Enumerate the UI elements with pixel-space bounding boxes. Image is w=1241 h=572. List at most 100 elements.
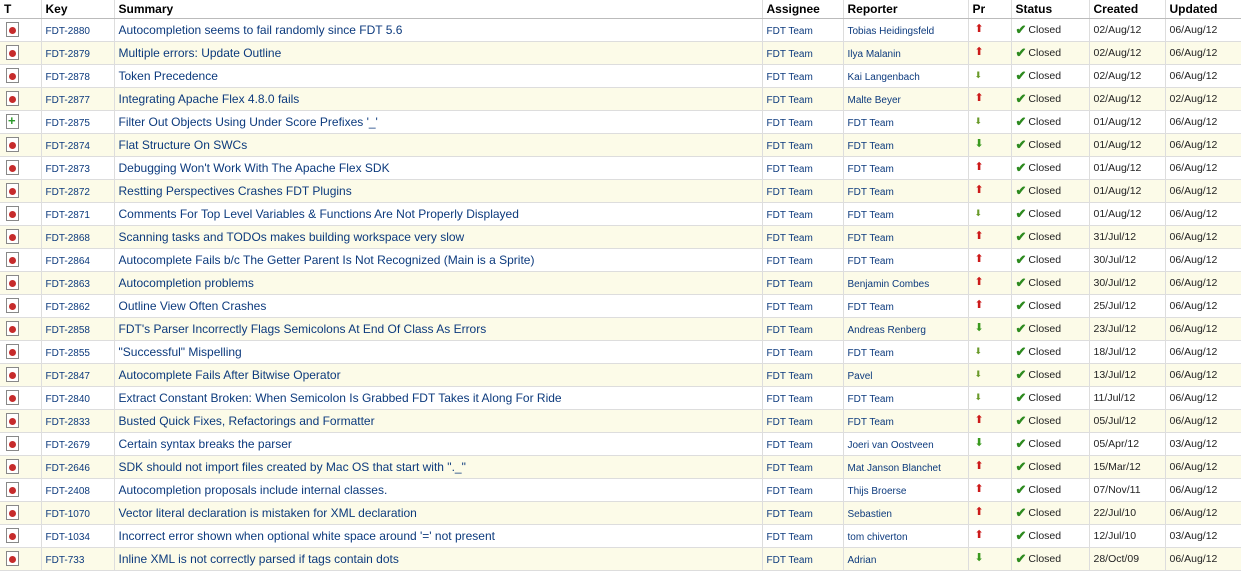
assignee-link[interactable]: FDT Team [767, 371, 813, 382]
reporter-link[interactable]: FDT Team [848, 394, 894, 405]
issue-summary-link[interactable]: Token Precedence [119, 69, 218, 83]
table-row[interactable]: FDT-2864 Autocomplete Fails b/c The Gette… [0, 248, 1241, 272]
reporter-link[interactable]: Benjamin Combes [848, 279, 930, 290]
issue-key-link[interactable]: FDT-2646 [46, 463, 90, 474]
issue-key-link[interactable]: FDT-2679 [46, 440, 90, 451]
issue-key-link[interactable]: FDT-2874 [46, 141, 90, 152]
assignee-link[interactable]: FDT Team [767, 210, 813, 221]
issue-key-link[interactable]: FDT-2880 [46, 26, 90, 37]
reporter-link[interactable]: FDT Team [848, 187, 894, 198]
issue-key-link[interactable]: FDT-2878 [46, 72, 90, 83]
issue-key-link[interactable]: FDT-2840 [46, 394, 90, 405]
table-row[interactable]: FDT-2877 Integrating Apache Flex 4.8.0 fa… [0, 87, 1241, 111]
issue-key-link[interactable]: FDT-2871 [46, 210, 90, 221]
assignee-link[interactable]: FDT Team [767, 440, 813, 451]
reporter-link[interactable]: Malte Beyer [848, 95, 901, 106]
reporter-link[interactable]: FDT Team [848, 256, 894, 267]
assignee-link[interactable]: FDT Team [767, 555, 813, 566]
assignee-link[interactable]: FDT Team [767, 348, 813, 359]
table-row[interactable]: FDT-1034 Incorrect error shown when optio… [0, 524, 1241, 548]
assignee-link[interactable]: FDT Team [767, 509, 813, 520]
issue-key-link[interactable]: FDT-2873 [46, 164, 90, 175]
issue-key-link[interactable]: FDT-2847 [46, 371, 90, 382]
reporter-link[interactable]: Mat Janson Blanchet [848, 463, 941, 474]
issue-summary-link[interactable]: Autocompletion seems to fail randomly si… [119, 23, 403, 37]
issue-summary-link[interactable]: Extract Constant Broken: When Semicolon … [119, 391, 562, 405]
table-row[interactable]: FDT-1070 Vector literal declaration is mi… [0, 501, 1241, 525]
reporter-link[interactable]: FDT Team [848, 141, 894, 152]
issue-summary-link[interactable]: Autocompletion proposals include interna… [119, 483, 388, 497]
reporter-link[interactable]: tom chiverton [848, 532, 908, 543]
issue-summary-link[interactable]: Outline View Often Crashes [119, 299, 267, 313]
assignee-link[interactable]: FDT Team [767, 256, 813, 267]
issue-summary-link[interactable]: Incorrect error shown when optional whit… [119, 529, 495, 543]
issue-key-link[interactable]: FDT-2868 [46, 233, 90, 244]
col-assignee-header[interactable]: Assignee [762, 0, 844, 19]
issue-summary-link[interactable]: Filter Out Objects Using Under Score Pre… [119, 115, 378, 129]
assignee-link[interactable]: FDT Team [767, 279, 813, 290]
reporter-link[interactable]: FDT Team [848, 417, 894, 428]
issue-key-link[interactable]: FDT-2863 [46, 279, 90, 290]
table-row[interactable]: FDT-2679 Certain syntax breaks the parser… [0, 432, 1241, 456]
issue-summary-link[interactable]: Busted Quick Fixes, Refactorings and For… [119, 414, 375, 428]
table-row[interactable]: FDT-2862 Outline View Often Crashes FDT Te… [0, 294, 1241, 318]
issue-summary-link[interactable]: "Successful" Mispelling [119, 345, 242, 359]
assignee-link[interactable]: FDT Team [767, 26, 813, 37]
table-row[interactable]: FDT-2858 FDT's Parser Incorrectly Flags S… [0, 317, 1241, 341]
table-row[interactable]: FDT-2880 Autocompletion seems to fail ran… [0, 18, 1241, 42]
assignee-link[interactable]: FDT Team [767, 233, 813, 244]
reporter-link[interactable]: FDT Team [848, 348, 894, 359]
table-row[interactable]: FDT-2833 Busted Quick Fixes, Refactorings… [0, 409, 1241, 433]
reporter-link[interactable]: Ilya Malanin [848, 49, 901, 60]
reporter-link[interactable]: Thijs Broerse [848, 486, 907, 497]
table-row[interactable]: FDT-2408 Autocompletion proposals include… [0, 478, 1241, 502]
issue-key-link[interactable]: FDT-733 [46, 555, 85, 566]
assignee-link[interactable]: FDT Team [767, 49, 813, 60]
table-row[interactable]: FDT-2863 Autocompletion problems FDT Team B… [0, 271, 1241, 295]
issue-summary-link[interactable]: Multiple errors: Update Outline [119, 46, 282, 60]
reporter-link[interactable]: FDT Team [848, 118, 894, 129]
table-row[interactable]: FDT-733 Inline XML is not correctly parse… [0, 547, 1241, 571]
assignee-link[interactable]: FDT Team [767, 72, 813, 83]
reporter-link[interactable]: Tobias Heidingsfeld [848, 26, 935, 37]
issue-summary-link[interactable]: FDT's Parser Incorrectly Flags Semicolon… [119, 322, 487, 336]
assignee-link[interactable]: FDT Team [767, 164, 813, 175]
issue-key-link[interactable]: FDT-2408 [46, 486, 90, 497]
assignee-link[interactable]: FDT Team [767, 394, 813, 405]
issue-summary-link[interactable]: Comments For Top Level Variables & Funct… [119, 207, 519, 221]
issue-summary-link[interactable]: Vector literal declaration is mistaken f… [119, 506, 417, 520]
col-key-header[interactable]: Key [41, 0, 115, 19]
table-row[interactable]: FDT-2873 Debugging Won't Work With The Ap… [0, 156, 1241, 180]
table-row[interactable]: FDT-2872 Restting Perspectives Crashes FD… [0, 179, 1241, 203]
issue-summary-link[interactable]: Restting Perspectives Crashes FDT Plugin… [119, 184, 352, 198]
reporter-link[interactable]: Sebastien [848, 509, 892, 520]
issue-summary-link[interactable]: Certain syntax breaks the parser [119, 437, 292, 451]
assignee-link[interactable]: FDT Team [767, 532, 813, 543]
reporter-link[interactable]: FDT Team [848, 210, 894, 221]
col-status-header[interactable]: Status [1011, 0, 1090, 19]
table-row[interactable]: FDT-2840 Extract Constant Broken: When Se… [0, 386, 1241, 410]
issue-summary-link[interactable]: Debugging Won't Work With The Apache Fle… [119, 161, 390, 175]
table-row[interactable]: FDT-2874 Flat Structure On SWCs FDT Team FD… [0, 133, 1241, 157]
issue-key-link[interactable]: FDT-1034 [46, 532, 90, 543]
assignee-link[interactable]: FDT Team [767, 486, 813, 497]
table-row[interactable]: FDT-2879 Multiple errors: Update Outline F… [0, 41, 1241, 65]
issue-summary-link[interactable]: Autocomplete Fails After Bitwise Operato… [119, 368, 341, 382]
issue-key-link[interactable]: FDT-2855 [46, 348, 90, 359]
reporter-link[interactable]: Adrian [848, 555, 877, 566]
issue-key-link[interactable]: FDT-2875 [46, 118, 90, 129]
issue-summary-link[interactable]: Autocomplete Fails b/c The Getter Parent… [119, 253, 535, 267]
issue-key-link[interactable]: FDT-2862 [46, 302, 90, 313]
reporter-link[interactable]: Kai Langenbach [848, 72, 920, 83]
assignee-link[interactable]: FDT Team [767, 141, 813, 152]
issue-key-link[interactable]: FDT-2858 [46, 325, 90, 336]
col-updated-header[interactable]: Updated [1165, 0, 1241, 19]
table-row[interactable]: FDT-2868 Scanning tasks and TODOs makes b… [0, 225, 1241, 249]
assignee-link[interactable]: FDT Team [767, 118, 813, 129]
col-reporter-header[interactable]: Reporter [843, 0, 969, 19]
assignee-link[interactable]: FDT Team [767, 95, 813, 106]
issue-summary-link[interactable]: Flat Structure On SWCs [119, 138, 248, 152]
table-row[interactable]: FDT-2855 "Successful" Mispelling FDT Team F… [0, 340, 1241, 364]
issue-key-link[interactable]: FDT-2872 [46, 187, 90, 198]
reporter-link[interactable]: FDT Team [848, 233, 894, 244]
